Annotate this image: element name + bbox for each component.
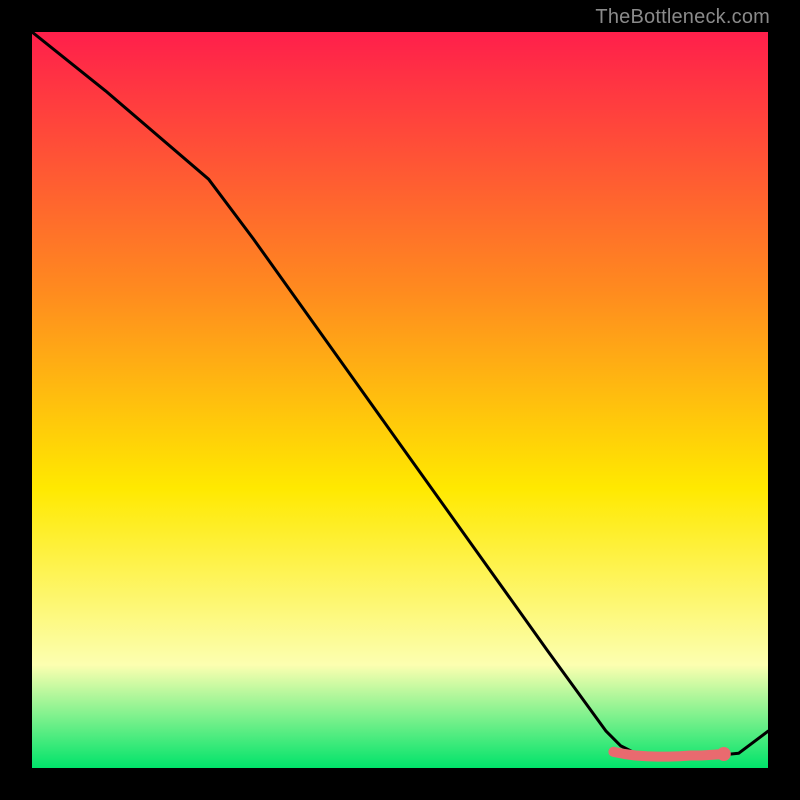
gradient-background — [32, 32, 768, 768]
highlight-dot — [717, 747, 731, 761]
highlight-band — [613, 752, 723, 757]
chart-frame — [32, 32, 768, 768]
bottleneck-chart — [32, 32, 768, 768]
watermark-text: TheBottleneck.com — [595, 6, 770, 29]
